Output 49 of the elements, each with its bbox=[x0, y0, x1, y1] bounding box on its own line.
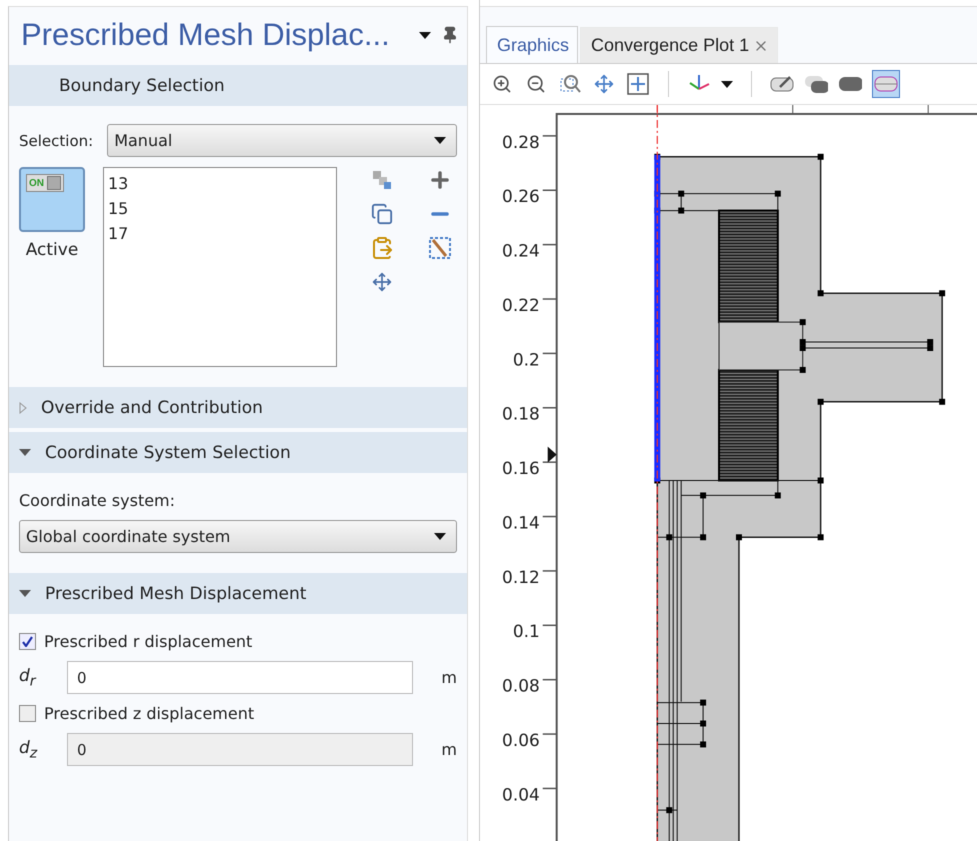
expanded-triangle-icon[interactable] bbox=[19, 590, 31, 598]
axis-tick-label: 0.08 bbox=[502, 676, 540, 696]
list-item[interactable]: 17 bbox=[108, 221, 332, 246]
pin-icon[interactable] bbox=[441, 26, 459, 44]
panel-title: Prescribed Mesh Displac... bbox=[21, 17, 390, 53]
copy-icon[interactable] bbox=[369, 201, 395, 227]
coordinate-system-label: Coordinate system: bbox=[19, 491, 176, 510]
unit-label: m bbox=[440, 740, 457, 759]
tab[interactable]: Graphics bbox=[486, 26, 578, 63]
axis-tick-label: 0.28 bbox=[502, 132, 540, 152]
section-header[interactable]: Prescribed Mesh Displacement bbox=[9, 573, 467, 614]
caret-icon bbox=[721, 80, 733, 88]
wireframe-render-icon[interactable] bbox=[872, 70, 900, 98]
axis-tick-label: 0.12 bbox=[502, 566, 540, 587]
symbol-label: d$_{z}$ bbox=[19, 738, 38, 762]
coordinate-system-dropdown[interactable]: Global coordinate system bbox=[19, 520, 457, 553]
axis-tick-label: 0.22 bbox=[502, 294, 540, 315]
clear-selection-icon[interactable] bbox=[427, 235, 453, 261]
section-header[interactable]: Coordinate System Selection bbox=[9, 432, 467, 473]
axis-tick-label: 0.16 bbox=[502, 458, 540, 478]
axis-tick-label: 0.06 bbox=[502, 730, 540, 750]
section-header[interactable]: Override and Contribution bbox=[9, 387, 467, 428]
unit-label: m bbox=[440, 668, 457, 687]
axis-tick-label: 0.18 bbox=[502, 404, 540, 424]
list-item[interactable]: 15 bbox=[108, 196, 332, 221]
axis-tick-label: 0.26 bbox=[502, 186, 540, 206]
tab[interactable]: Convergence Plot 1 bbox=[580, 27, 778, 63]
selection-list[interactable]: 13 15 17 bbox=[103, 167, 337, 367]
list-item[interactable]: 13 bbox=[108, 171, 332, 196]
axis-tick-label: 0.24 bbox=[502, 240, 540, 261]
axis-tick-label: 0.04 bbox=[502, 784, 540, 804]
symbol-label: d$_{r}$ bbox=[19, 666, 38, 690]
axis-tick-label: 0.14 bbox=[502, 512, 540, 532]
checkbox[interactable] bbox=[19, 705, 36, 722]
axis-tick-label: 0.2 bbox=[512, 349, 540, 370]
axis-tick-label: 0.1 bbox=[512, 621, 540, 642]
dropdown-caret-icon bbox=[419, 32, 431, 38]
checkbox[interactable] bbox=[19, 633, 36, 650]
selection-dropdown[interactable]: Manual bbox=[107, 124, 457, 157]
cursor-arrow-icon bbox=[548, 446, 557, 463]
caret-icon bbox=[434, 533, 446, 540]
checkbox-label: Prescribed r displacement bbox=[44, 632, 252, 651]
section-header[interactable]: Boundary Selection bbox=[9, 65, 467, 106]
expanded-triangle-icon[interactable] bbox=[19, 448, 31, 456]
selection-label: Selection: bbox=[19, 132, 94, 150]
displacement-field[interactable]: 0 bbox=[67, 661, 413, 694]
checkbox-label: Prescribed z displacement bbox=[44, 704, 254, 723]
active-label: Active bbox=[26, 240, 78, 260]
caret-icon bbox=[434, 137, 446, 144]
